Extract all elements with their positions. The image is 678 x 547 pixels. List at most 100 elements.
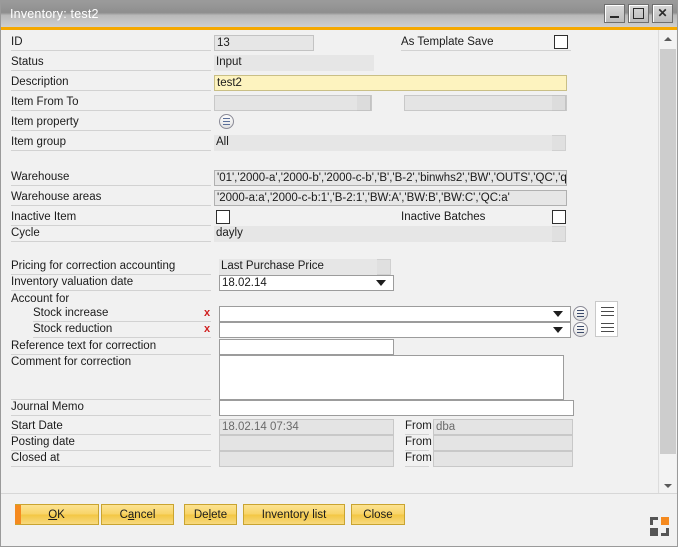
stock-reduction-menu-icon[interactable] <box>601 323 614 332</box>
pricing-picker-button[interactable] <box>377 259 391 275</box>
item-to-picker-button[interactable] <box>552 95 566 111</box>
row-cycle: Cycle dayly <box>11 226 651 242</box>
row-journal-memo: Journal Memo <box>11 400 651 416</box>
delete-button-label: Delete <box>194 509 227 521</box>
close-button[interactable]: ✕ <box>652 4 673 23</box>
scroll-down-arrow-icon[interactable] <box>660 477 676 494</box>
pricing-field[interactable]: Last Purchase Price <box>219 259 384 275</box>
grip-corner-top-right <box>661 517 669 525</box>
closed-at-from-field[interactable] <box>433 451 573 467</box>
vertical-scrollbar[interactable] <box>658 30 677 494</box>
stock-increase-chevron-down-icon[interactable] <box>553 311 563 317</box>
item-property-list-icon[interactable] <box>219 114 234 129</box>
grip-corner-bottom-left <box>650 528 658 536</box>
closed-at-from-label: From <box>405 451 429 467</box>
as-template-save-checkbox[interactable] <box>554 35 568 49</box>
row-tools-panel <box>595 301 618 337</box>
start-date-from-field[interactable]: dba <box>433 419 573 435</box>
row-stock-reduction: Stock reduction x <box>11 322 651 338</box>
row-pricing: Pricing for correction accounting Last P… <box>11 259 651 275</box>
maximize-icon <box>633 8 644 19</box>
window-controls: ✕ <box>604 4 673 23</box>
window-title: Inventory: test2 <box>10 7 99 21</box>
row-valuation-date: Inventory valuation date 18.02.14 <box>11 275 651 291</box>
stock-reduction-chevron-down-icon[interactable] <box>553 327 563 333</box>
id-label: ID <box>11 35 211 51</box>
closed-at-field[interactable] <box>219 451 394 467</box>
reference-text-label: Reference text for correction <box>11 339 211 355</box>
stock-increase-list-icon[interactable] <box>573 306 588 321</box>
item-group-field[interactable]: All <box>214 135 552 151</box>
row-closed-at: Closed at From <box>11 451 651 467</box>
description-label: Description <box>11 75 211 91</box>
pricing-label: Pricing for correction accounting <box>11 259 211 275</box>
ok-button-label: OK <box>48 509 65 521</box>
inventory-list-button[interactable]: Inventory list <box>243 504 345 525</box>
grip-corner-bottom-right <box>661 528 669 536</box>
valuation-date-chevron-down-icon[interactable] <box>376 280 386 286</box>
warehouse-field[interactable]: '01','2000-a','2000-b','2000-c-b','B','B… <box>214 170 567 186</box>
start-date-field[interactable]: 18.02.14 07:34 <box>219 419 394 435</box>
item-from-field[interactable] <box>214 95 372 111</box>
item-from-picker-button[interactable] <box>357 95 371 111</box>
maximize-button[interactable] <box>628 4 649 23</box>
ok-accent-bar <box>15 505 21 524</box>
stock-increase-label: Stock increase <box>33 306 211 322</box>
close-form-button[interactable]: Close <box>351 504 405 525</box>
inactive-batches-label: Inactive Batches <box>401 210 531 226</box>
reference-text-field[interactable] <box>219 339 394 355</box>
comment-textarea[interactable] <box>219 355 564 400</box>
cycle-field[interactable]: dayly <box>214 226 552 242</box>
inactive-item-checkbox[interactable] <box>216 210 230 224</box>
comment-label: Comment for correction <box>11 355 211 400</box>
row-item-property: Item property <box>11 115 651 131</box>
as-template-save-label: As Template Save <box>401 35 571 51</box>
scroll-up-arrow-icon[interactable] <box>660 30 676 47</box>
stock-reduction-required-icon: x <box>204 322 210 337</box>
row-warehouse: Warehouse '01','2000-a','2000-b','2000-c… <box>11 170 651 186</box>
item-property-label: Item property <box>11 115 211 131</box>
stock-increase-required-icon: x <box>204 306 210 321</box>
resize-grip-icon[interactable] <box>650 517 669 536</box>
ok-button[interactable]: OK <box>15 504 99 525</box>
valuation-date-label: Inventory valuation date <box>11 275 211 291</box>
description-field[interactable]: test2 <box>214 75 567 91</box>
posting-date-from-field[interactable] <box>433 435 573 451</box>
inventory-form: ID 13 As Template Save Status Input Desc… <box>1 30 659 494</box>
row-inactive: Inactive Item Inactive Batches <box>11 210 651 226</box>
item-group-picker-button[interactable] <box>552 135 566 151</box>
inactive-batches-checkbox[interactable] <box>552 210 566 224</box>
stock-increase-menu-icon[interactable] <box>601 307 614 316</box>
status-field: Input <box>214 55 374 71</box>
scrollbar-track[interactable] <box>660 47 676 477</box>
journal-memo-field[interactable] <box>219 400 574 416</box>
minimize-button[interactable] <box>604 4 625 23</box>
row-item-group: Item group All <box>11 135 651 151</box>
row-warehouse-areas: Warehouse areas '2000-a:a','2000-c-b:1',… <box>11 190 651 206</box>
minimize-icon <box>610 16 619 18</box>
row-start-date: Start Date 18.02.14 07:34 From dba <box>11 419 651 435</box>
close-icon: ✕ <box>657 8 667 19</box>
warehouse-areas-field[interactable]: '2000-a:a','2000-c-b:1','B-2:1','BW:A','… <box>214 190 567 206</box>
cancel-button[interactable]: Cancel <box>101 504 174 525</box>
valuation-date-field[interactable]: 18.02.14 <box>219 275 394 291</box>
id-field[interactable]: 13 <box>214 35 314 51</box>
start-date-label: Start Date <box>11 419 211 435</box>
posting-date-label: Posting date <box>11 435 211 451</box>
stock-reduction-field[interactable] <box>219 322 571 338</box>
title-bar: Inventory: test2 ✕ <box>1 1 677 30</box>
warehouse-label: Warehouse <box>11 170 211 186</box>
item-to-field[interactable] <box>404 95 567 111</box>
row-status: Status Input <box>11 55 651 71</box>
stock-increase-field[interactable] <box>219 306 571 322</box>
grip-corner-top-left <box>650 517 658 525</box>
closed-at-label: Closed at <box>11 451 211 467</box>
posting-date-field[interactable] <box>219 435 394 451</box>
inventory-list-button-label: Inventory list <box>262 509 327 521</box>
stock-reduction-list-icon[interactable] <box>573 322 588 337</box>
cancel-button-label: Cancel <box>120 509 156 521</box>
cycle-picker-button[interactable] <box>552 226 566 242</box>
row-item-from-to: Item From To <box>11 95 651 111</box>
scrollbar-thumb[interactable] <box>660 49 676 454</box>
delete-button[interactable]: Delete <box>184 504 237 525</box>
